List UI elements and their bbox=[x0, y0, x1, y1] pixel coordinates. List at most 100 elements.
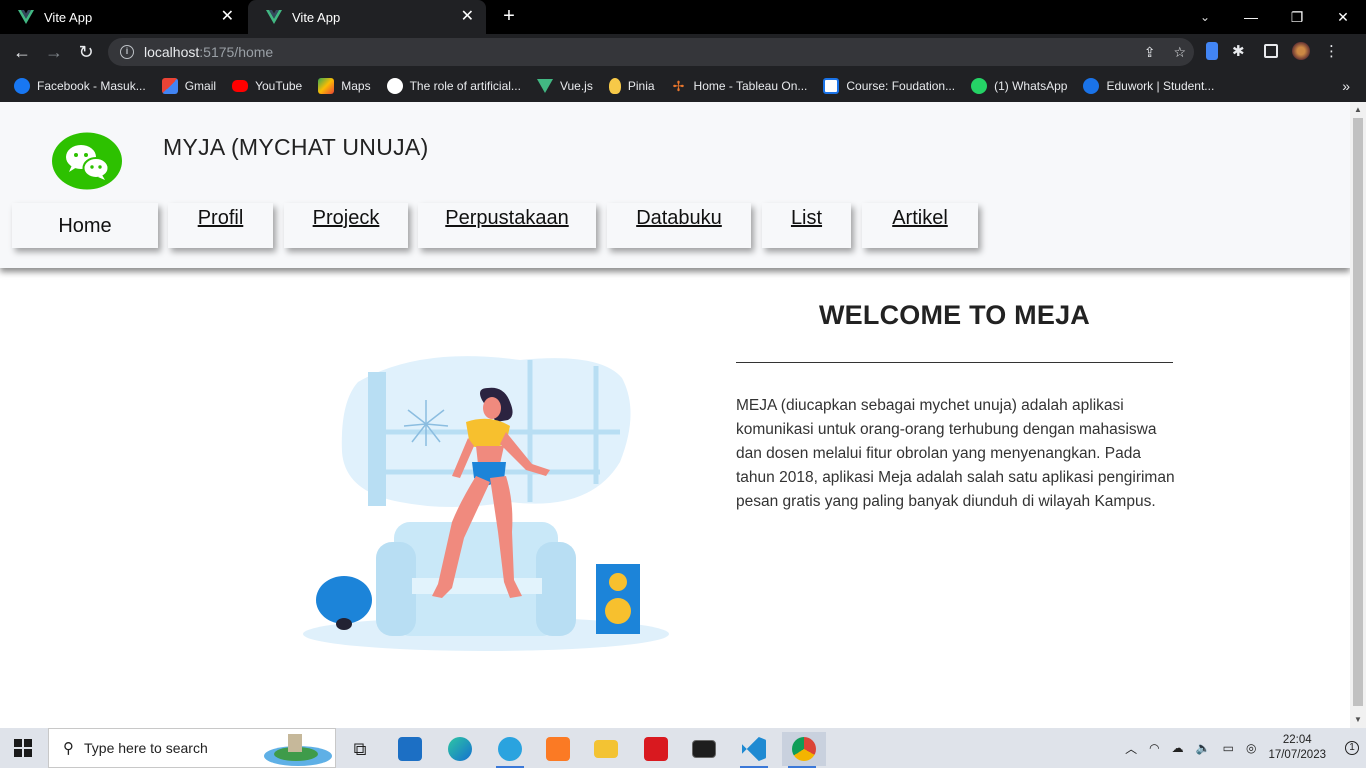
nav-databuku[interactable]: Databuku bbox=[607, 203, 751, 248]
pinia-icon bbox=[608, 78, 621, 94]
bookmark-eduwork[interactable]: Eduwork | Student... bbox=[1083, 78, 1214, 94]
windows-taskbar: ⚲ Type here to search ⧉ ︿ ◠ ☁ 🔈 ▭ ◎ 22:0… bbox=[0, 728, 1366, 768]
meet-now-icon[interactable]: ◎ bbox=[1246, 741, 1256, 755]
nav-projeck[interactable]: Projeck bbox=[284, 203, 408, 248]
bookmark-star-icon[interactable]: ☆ bbox=[1173, 44, 1186, 61]
clock-time: 22:04 bbox=[1282, 734, 1312, 746]
tab-search-chevron-icon[interactable]: ⌄ bbox=[1192, 0, 1218, 34]
browser-tab-2-active[interactable]: Vite App ✕ bbox=[248, 0, 486, 34]
brand-title: MYJA (MYCHAT UNUJA) bbox=[163, 134, 429, 160]
bookmark-gmail[interactable]: Gmail bbox=[161, 78, 216, 94]
bookmark-article[interactable]: The role of artificial... bbox=[386, 78, 521, 94]
menu-kebab-icon[interactable]: ⋮ bbox=[1324, 42, 1342, 60]
scroll-up-arrow-icon[interactable]: ▲ bbox=[1353, 105, 1363, 115]
window-controls: — ❐ ✕ bbox=[1228, 0, 1366, 34]
search-icon: ⚲ bbox=[63, 740, 74, 757]
nav-profil[interactable]: Profil bbox=[168, 203, 273, 248]
app-header: MYJA (MYCHAT UNUJA) Home Profil Projeck … bbox=[0, 102, 1350, 268]
onedrive-cloud-icon[interactable]: ☁ bbox=[1172, 741, 1184, 755]
bookmark-course[interactable]: Course: Foudation... bbox=[823, 78, 955, 94]
scroll-down-arrow-icon[interactable]: ▼ bbox=[1353, 715, 1363, 725]
system-tray: ︿ ◠ ☁ 🔈 ▭ ◎ 22:04 17/07/2023 1 bbox=[1119, 728, 1366, 768]
notion-icon bbox=[386, 78, 403, 94]
share-icon[interactable]: ⇪ bbox=[1144, 44, 1156, 61]
browser-tab-strip: Vite App ✕ Vite App ✕ + ⌄ — ❐ ✕ bbox=[0, 0, 1366, 34]
more-bookmarks-chevron-icon[interactable]: » bbox=[1342, 78, 1350, 94]
puzzle-extensions-icon[interactable]: ✱ bbox=[1232, 42, 1250, 60]
terminal-icon[interactable] bbox=[684, 732, 724, 766]
back-arrow-icon[interactable]: ← bbox=[10, 40, 34, 64]
minimize-button[interactable]: — bbox=[1228, 0, 1274, 34]
bookmark-maps[interactable]: Maps bbox=[318, 78, 371, 94]
tab-title: Vite App bbox=[44, 9, 93, 25]
bookmark-whatsapp[interactable]: (1) WhatsApp bbox=[971, 78, 1067, 94]
page-viewport: MYJA (MYCHAT UNUJA) Home Profil Projeck … bbox=[0, 102, 1350, 728]
search-placeholder: Type here to search bbox=[84, 740, 208, 756]
system-clock[interactable]: 22:04 17/07/2023 bbox=[1268, 733, 1326, 763]
nav-artikel[interactable]: Artikel bbox=[862, 203, 978, 248]
vscode-icon[interactable] bbox=[734, 732, 774, 768]
edge-icon[interactable] bbox=[440, 732, 480, 766]
vue-logo-icon bbox=[536, 79, 553, 93]
extension-icon[interactable] bbox=[1206, 42, 1218, 60]
extension-icons: ✱ ⋮ bbox=[1206, 42, 1342, 60]
maps-icon bbox=[318, 78, 335, 94]
browser-toolbar: ← → ↻ i localhost:5175/home ⇪ ☆ ✱ ⋮ bbox=[0, 34, 1366, 70]
whatsapp-icon bbox=[971, 78, 988, 94]
acrobat-icon[interactable] bbox=[636, 732, 676, 766]
url-host: localhost bbox=[144, 44, 200, 60]
battery-icon[interactable]: ▭ bbox=[1223, 741, 1234, 755]
title-divider bbox=[736, 362, 1173, 363]
gmail-icon bbox=[161, 78, 178, 94]
restore-button[interactable]: ❐ bbox=[1274, 0, 1320, 34]
app-description: MEJA (diucapkan sebagai mychet unuja) ad… bbox=[736, 397, 1175, 510]
tab-title: Vite App bbox=[292, 9, 341, 25]
course-icon bbox=[823, 78, 840, 94]
wifi-icon[interactable]: ◠ bbox=[1149, 741, 1159, 755]
file-explorer-icon[interactable] bbox=[586, 732, 626, 766]
telegram-icon[interactable] bbox=[490, 732, 530, 768]
tab-close-icon[interactable]: ✕ bbox=[461, 9, 474, 25]
volume-icon[interactable]: 🔈 bbox=[1196, 741, 1211, 755]
bookmark-vuejs[interactable]: Vue.js bbox=[536, 79, 593, 93]
bookmark-youtube[interactable]: YouTube bbox=[232, 79, 302, 93]
welcome-title: WELCOME TO MEJA bbox=[818, 300, 1090, 330]
reload-icon[interactable]: ↻ bbox=[74, 40, 98, 64]
show-hidden-icons-chevron-icon[interactable]: ︿ bbox=[1125, 740, 1137, 757]
tableau-icon: ✢ bbox=[672, 78, 685, 94]
side-panel-icon[interactable] bbox=[1264, 44, 1278, 58]
close-window-button[interactable]: ✕ bbox=[1320, 0, 1366, 34]
clock-date: 17/07/2023 bbox=[1268, 749, 1326, 761]
new-tab-button[interactable]: + bbox=[498, 5, 520, 27]
mail-icon[interactable] bbox=[390, 732, 430, 766]
browser-tab-1[interactable]: Vite App ✕ bbox=[0, 0, 246, 34]
notification-badge: 1 bbox=[1345, 741, 1359, 755]
windows-start-icon[interactable] bbox=[14, 739, 32, 757]
vue-logo-icon bbox=[18, 10, 34, 24]
facebook-icon bbox=[14, 78, 30, 94]
youtube-icon bbox=[232, 80, 249, 92]
forward-arrow-icon[interactable]: → bbox=[42, 40, 66, 64]
nav-home[interactable]: Home bbox=[12, 203, 158, 248]
chrome-icon[interactable] bbox=[782, 732, 826, 768]
bookmark-facebook[interactable]: Facebook - Masuk... bbox=[14, 78, 146, 94]
bookmark-pinia[interactable]: Pinia bbox=[608, 78, 655, 94]
tab-close-icon[interactable]: ✕ bbox=[221, 9, 234, 25]
bookmarks-bar: Facebook - Masuk... Gmail YouTube Maps T… bbox=[0, 70, 1366, 102]
task-view-icon[interactable]: ⧉ bbox=[340, 732, 380, 766]
search-highlight-image bbox=[264, 734, 332, 766]
xampp-icon[interactable] bbox=[538, 732, 578, 766]
scroll-thumb[interactable] bbox=[1353, 118, 1363, 706]
page-scrollbar[interactable]: ▲ ▼ bbox=[1350, 102, 1366, 728]
address-bar[interactable]: i localhost:5175/home ⇪ ☆ bbox=[108, 38, 1194, 66]
vue-logo-icon bbox=[266, 10, 282, 24]
notification-center-icon[interactable]: 1 bbox=[1338, 728, 1366, 768]
site-info-icon[interactable]: i bbox=[120, 45, 134, 59]
nav-perpustakaan[interactable]: Perpustakaan bbox=[418, 203, 596, 248]
wechat-icon bbox=[52, 132, 122, 190]
hero-illustration bbox=[303, 356, 669, 651]
eduwork-icon bbox=[1083, 78, 1100, 94]
nav-list[interactable]: List bbox=[762, 203, 851, 248]
bookmark-tableau[interactable]: ✢ Home - Tableau On... bbox=[671, 78, 808, 94]
profile-avatar[interactable] bbox=[1292, 42, 1310, 60]
